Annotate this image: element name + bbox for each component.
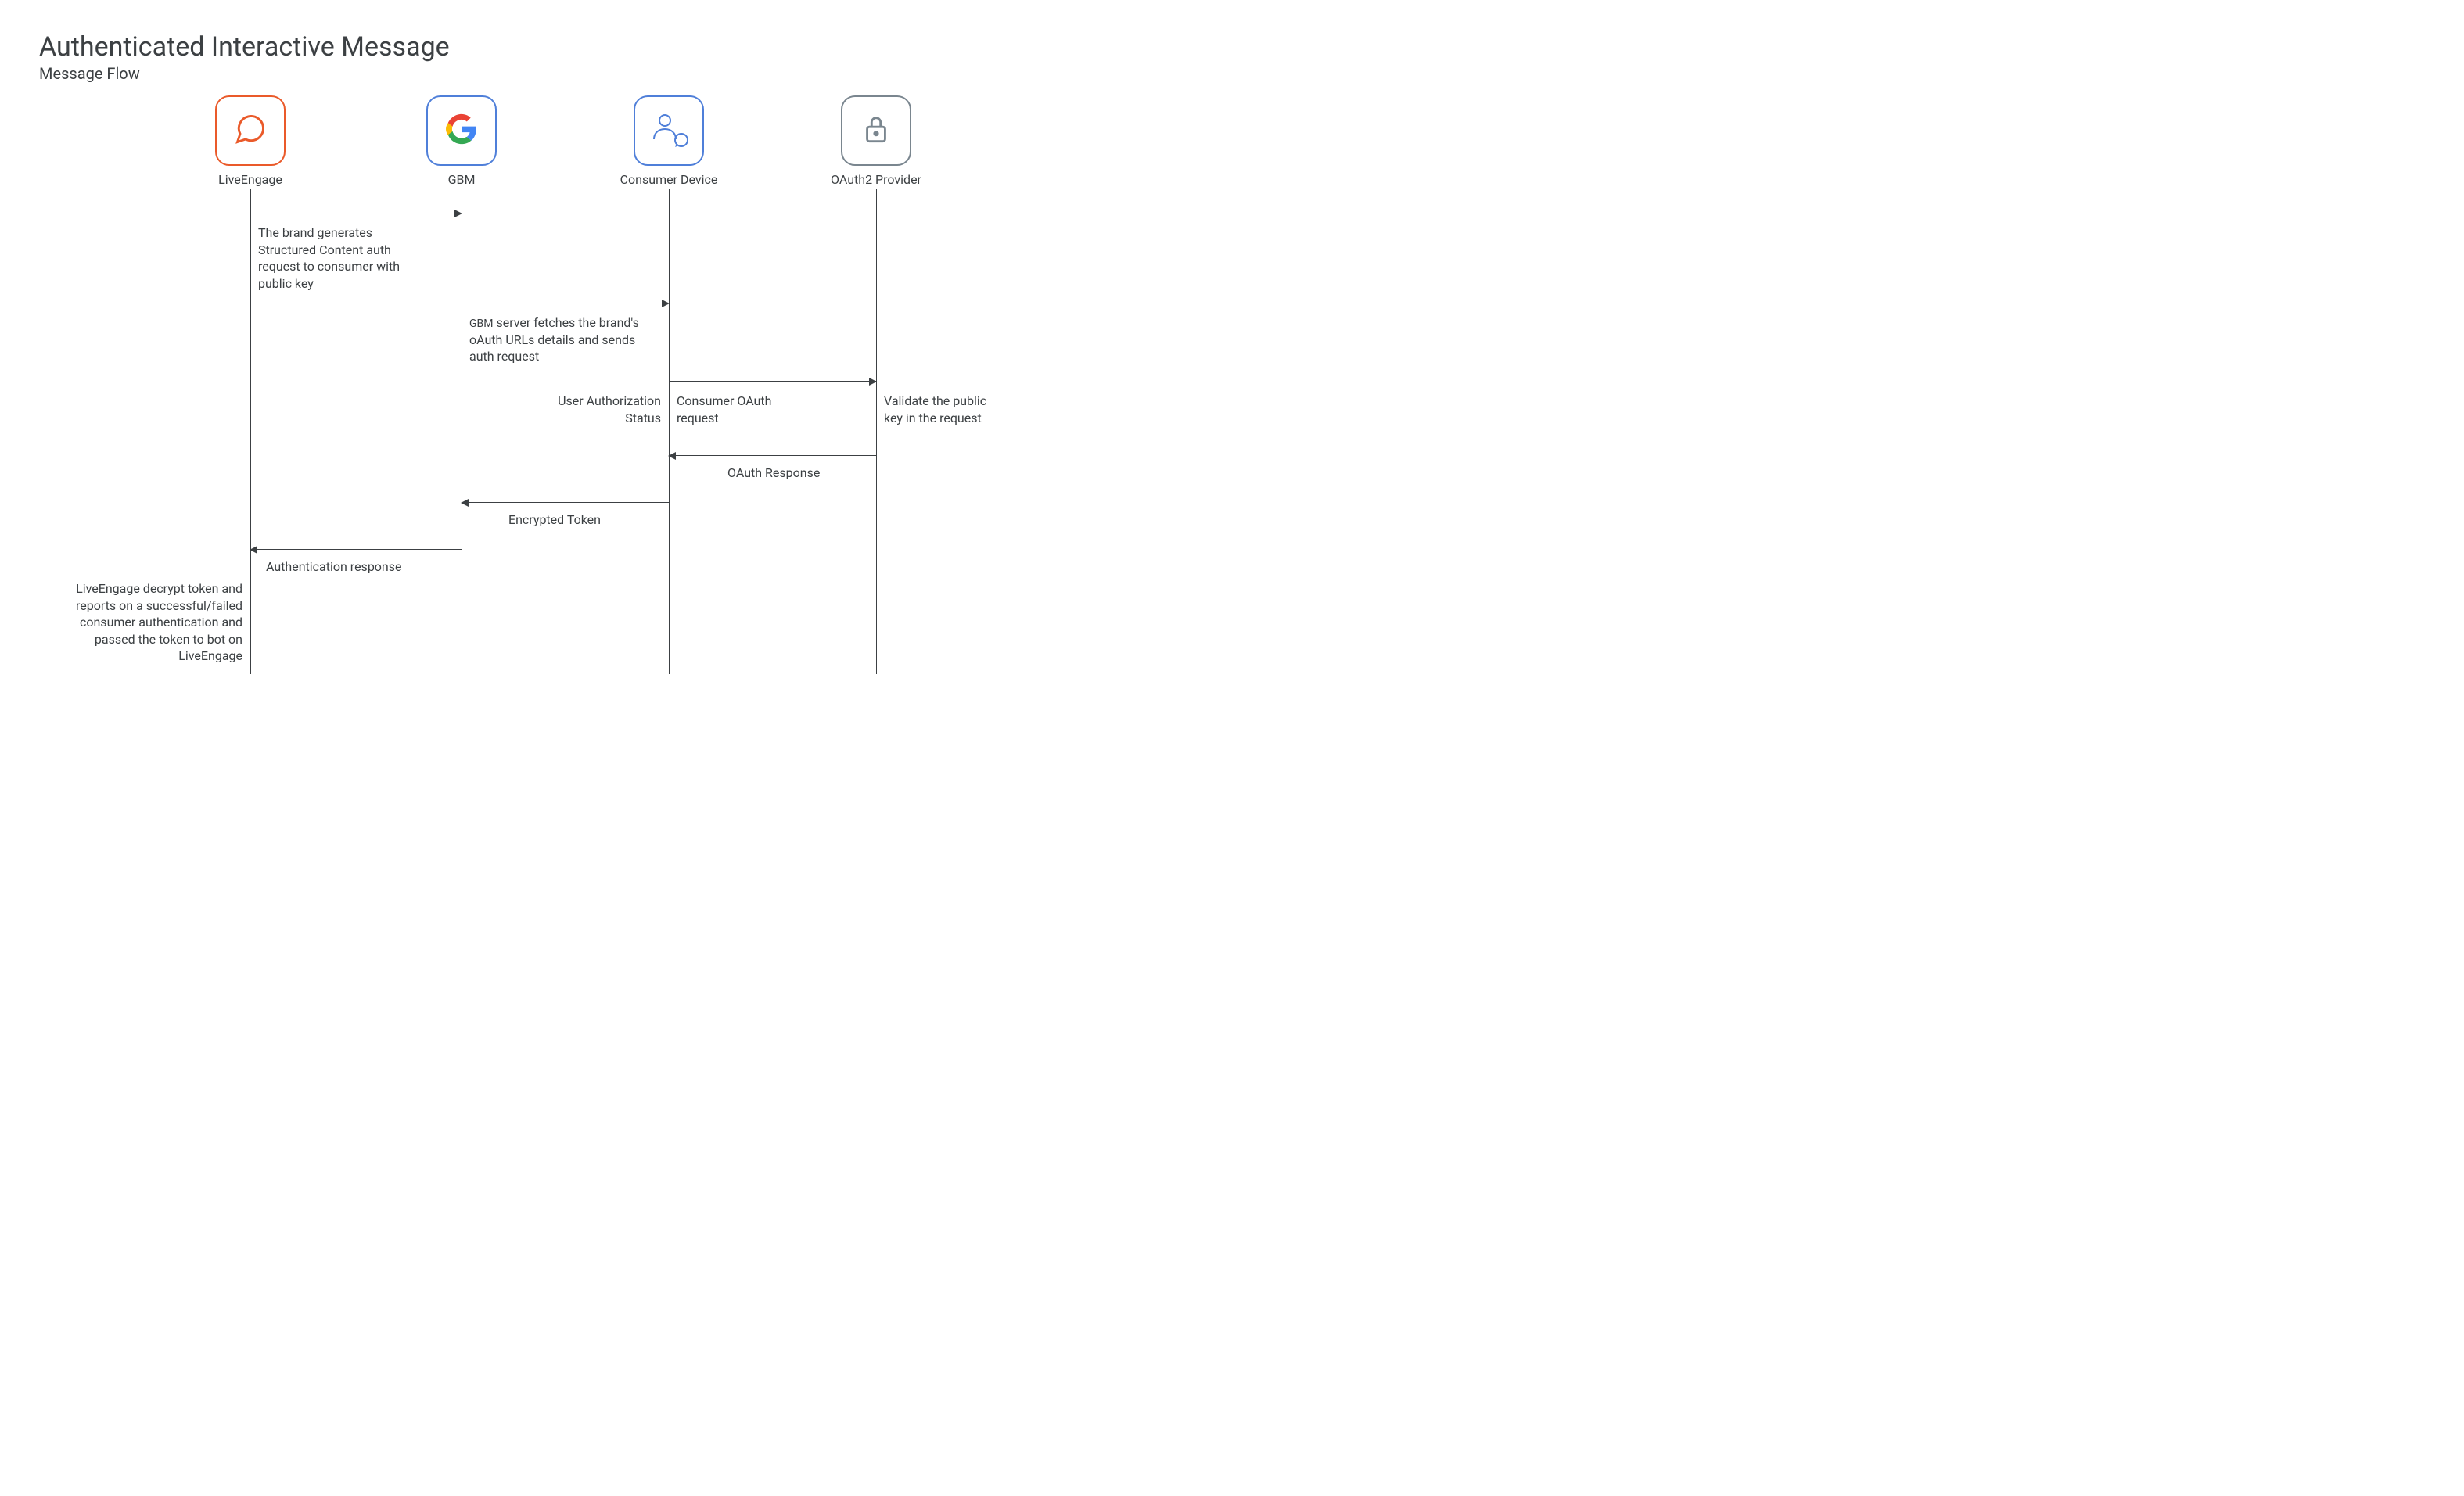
- page-title: Authenticated Interactive Message: [39, 31, 2425, 63]
- message-validate-key: Validate the public key in the request: [884, 393, 1001, 426]
- user-chat-icon: [646, 109, 691, 152]
- lifeline-liveengage: [250, 189, 251, 674]
- actor-label: GBM: [391, 172, 532, 187]
- arrow-consumer-to-oauth: [669, 381, 876, 382]
- lock-icon: [862, 113, 890, 148]
- arrow-gbm-to-liveengage: [250, 549, 462, 550]
- arrow-consumer-to-gbm: [462, 502, 669, 503]
- message-auth-response: Authentication response: [266, 558, 402, 576]
- actor-box: [215, 95, 286, 166]
- actor-consumer-device: Consumer Device: [598, 95, 739, 187]
- actor-box: [634, 95, 704, 166]
- actor-gbm: GBM: [391, 95, 532, 187]
- actor-box: [426, 95, 497, 166]
- gbm-prefix: GBM: [469, 317, 493, 330]
- lifeline-consumer: [669, 189, 670, 674]
- message-user-auth-status: User Authorization Status: [555, 393, 661, 426]
- message-encrypted-token: Encrypted Token: [508, 511, 601, 529]
- arrow-oauth-to-consumer: [669, 455, 876, 456]
- actor-liveengage: LiveEngage: [180, 95, 321, 187]
- actor-oauth-provider: OAuth2 Provider: [806, 95, 946, 187]
- actor-box: [841, 95, 911, 166]
- actor-label: LiveEngage: [180, 172, 321, 187]
- page-subtitle: Message Flow: [39, 64, 2425, 83]
- message-auth-request: The brand generates Structured Content a…: [258, 224, 430, 292]
- actor-label: Consumer Device: [598, 172, 739, 187]
- message-consumer-oauth-request: Consumer OAuth request: [677, 393, 802, 426]
- message-decrypt-token: LiveEngage decrypt token and reports on …: [70, 580, 242, 665]
- gbm-rest: server fetches the brand's oAuth URLs de…: [469, 315, 639, 364]
- message-fetch-oauth: GBM server fetches the brand's oAuth URL…: [469, 314, 649, 365]
- google-logo-icon: [446, 113, 477, 148]
- chat-bubble-icon: [233, 112, 268, 149]
- lifeline-oauth: [876, 189, 877, 674]
- sequence-diagram: LiveEngage GBM: [39, 95, 1056, 690]
- message-oauth-response: OAuth Response: [727, 465, 820, 482]
- actor-label: OAuth2 Provider: [806, 172, 946, 187]
